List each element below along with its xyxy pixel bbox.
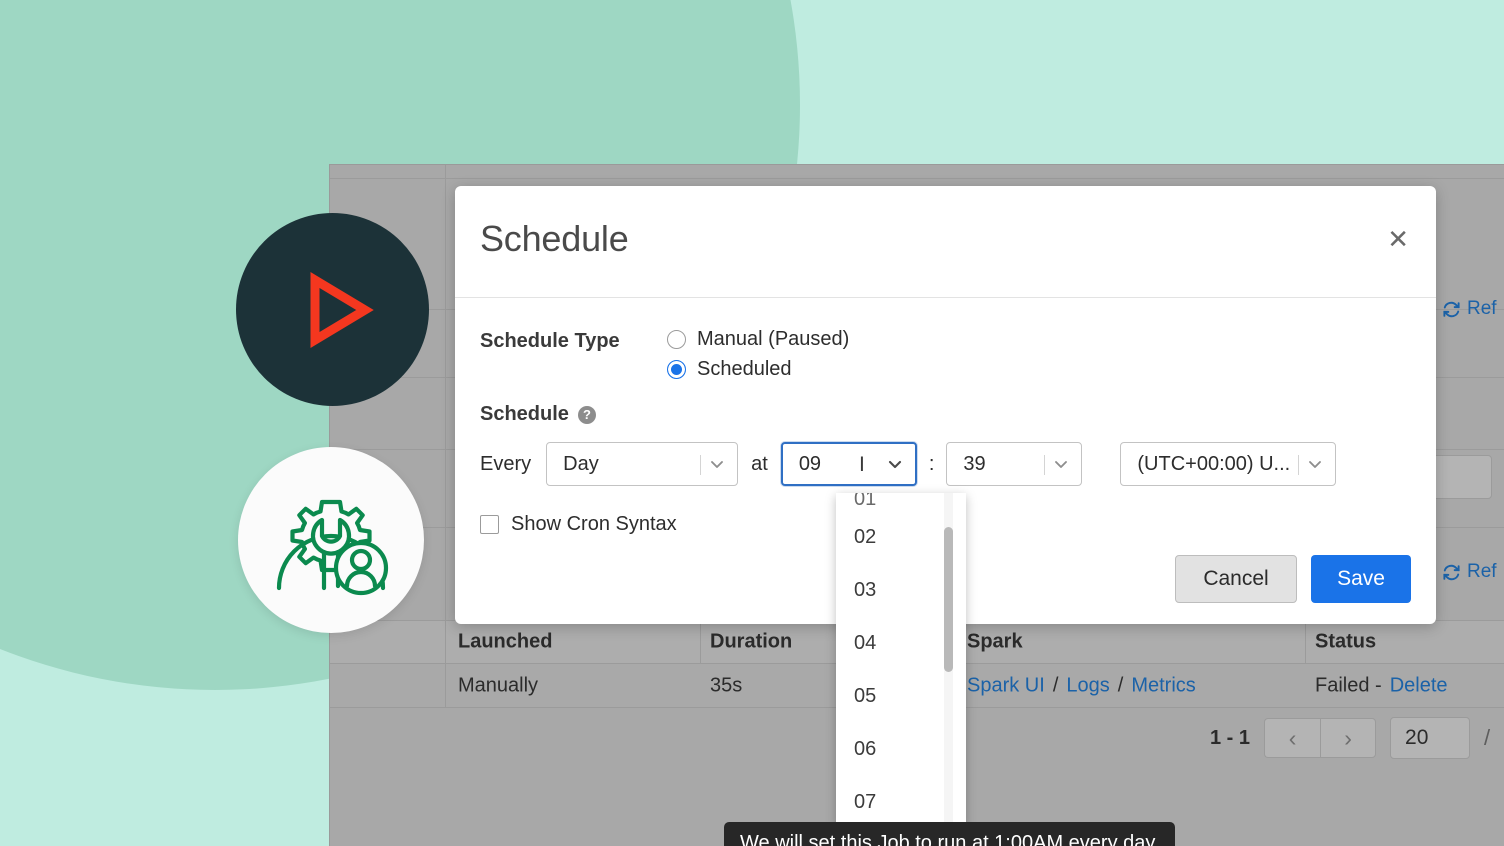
show-cron-syntax-label: Show Cron Syntax — [511, 513, 677, 535]
select-divider — [1044, 455, 1046, 475]
column-divider — [445, 621, 446, 665]
radio-label-manual: Manual (Paused) — [697, 328, 850, 350]
page-size-input[interactable]: 20 — [1390, 717, 1471, 759]
app-divider-vertical — [445, 165, 446, 620]
radio-label-scheduled: Scheduled — [697, 358, 792, 380]
chevron-down-icon — [885, 454, 905, 474]
prev-page-button[interactable]: ‹ — [1264, 718, 1321, 758]
refresh-label: Ref — [1467, 561, 1497, 582]
select-divider — [700, 455, 702, 475]
pagination-slash: / — [1484, 725, 1491, 750]
refresh-button-top[interactable]: Ref — [1442, 298, 1497, 320]
minute-value: 39 — [963, 452, 986, 475]
schedule-type-label: Schedule Type — [480, 330, 620, 352]
text-cursor-icon: I — [858, 453, 865, 476]
help-icon[interactable]: ? — [577, 405, 596, 424]
schedule-tooltip: We will set this Job to run at 1:00AM ev… — [724, 822, 1176, 846]
column-divider — [445, 664, 446, 708]
column-header-duration: Duration — [710, 630, 793, 653]
column-header-status: Status — [1315, 630, 1377, 653]
schedule-section-label-row: Schedule ? — [480, 403, 1411, 426]
refresh-label: Ref — [1467, 298, 1497, 319]
spark-ui-link[interactable]: Spark UI — [967, 674, 1045, 697]
chevron-right-icon: › — [1344, 724, 1352, 751]
refresh-icon — [1442, 563, 1461, 582]
modal-header: Schedule ✕ — [455, 186, 1436, 298]
time-colon: : — [928, 452, 935, 475]
next-page-button[interactable]: › — [1320, 718, 1377, 758]
status-badge: Failed - — [1315, 674, 1382, 696]
radio-manual-paused[interactable]: Manual (Paused) — [667, 328, 849, 351]
at-label: at — [751, 452, 768, 475]
cancel-button[interactable]: Cancel — [1175, 555, 1297, 603]
chevron-left-icon: ‹ — [1288, 724, 1297, 751]
radio-scheduled[interactable]: Scheduled — [667, 358, 849, 381]
chevron-down-icon — [1305, 454, 1325, 474]
cell-duration: 35s — [710, 674, 743, 696]
column-header-spark: Spark — [967, 630, 1023, 653]
schedule-type-radio-group: Manual (Paused) Scheduled — [667, 328, 849, 381]
modal-actions: Cancel Save — [1175, 555, 1411, 603]
schedule-type-row: Schedule Type Manual (Paused) Scheduled — [480, 328, 1411, 381]
page-range: 1 - 1 — [1210, 726, 1251, 749]
every-label: Every — [480, 452, 532, 475]
play-triangle-glyph — [310, 271, 374, 348]
chevron-down-icon — [707, 454, 727, 474]
delete-link[interactable]: Delete — [1390, 674, 1448, 697]
help-glyph: ? — [582, 407, 591, 422]
spark-separator: / — [1117, 674, 1124, 696]
pagination: 1 - 1 ‹ › 20 / — [1210, 717, 1490, 759]
column-header-launched: Launched — [458, 630, 553, 653]
gear-wrench-user-glyph — [276, 499, 389, 596]
app-divider-top — [330, 178, 1504, 179]
gear-wrench-user-icon — [238, 447, 424, 633]
cell-status: Failed - Delete — [1315, 674, 1448, 697]
page-title: Schedule — [480, 218, 629, 259]
minute-select[interactable]: 39 — [946, 442, 1083, 486]
save-button[interactable]: Save — [1311, 555, 1411, 603]
timezone-select[interactable]: (UTC+00:00) U... — [1120, 442, 1337, 486]
close-icon[interactable]: ✕ — [1387, 226, 1409, 252]
hour-dropdown-list[interactable]: 01 02 03 04 05 06 07 — [836, 493, 966, 825]
interval-value: Day — [563, 452, 599, 475]
hour-dropdown-scroll: 01 02 03 04 05 06 07 — [836, 493, 966, 825]
refresh-icon — [1442, 300, 1461, 319]
chevron-down-icon — [1051, 454, 1071, 474]
schedule-controls-row: Every Day at 09 I : 39 (UTC+00:00) U... — [480, 442, 1411, 486]
hour-value: 09 — [798, 452, 822, 475]
checkbox-icon-unchecked — [480, 515, 499, 534]
radio-icon-checked — [667, 360, 686, 379]
pager-group: ‹ › — [1264, 718, 1377, 758]
cell-launched: Manually — [458, 674, 539, 696]
dropdown-scrollbar-thumb[interactable] — [944, 527, 953, 672]
page-size-value: 20 — [1405, 726, 1429, 749]
radio-icon-unchecked — [667, 330, 686, 349]
refresh-button-bottom[interactable]: Ref — [1442, 561, 1497, 583]
schedule-label: Schedule — [480, 403, 569, 425]
metrics-link[interactable]: Metrics — [1131, 674, 1195, 697]
dropdown-right-pad — [957, 493, 966, 825]
play-triangle-icon — [236, 213, 429, 406]
logs-link[interactable]: Logs — [1066, 674, 1109, 697]
spark-separator: / — [1052, 674, 1059, 696]
timezone-value: (UTC+00:00) U... — [1137, 452, 1290, 475]
screenshot-root: Ref 0 / Ref Launched Duration — [0, 0, 1504, 846]
cell-spark: Spark UI / Logs / Metrics — [967, 674, 1196, 697]
select-divider — [1298, 455, 1300, 475]
column-divider — [1305, 621, 1306, 665]
interval-select[interactable]: Day — [546, 442, 739, 486]
hour-select[interactable]: 09 I — [780, 442, 917, 486]
column-divider — [700, 621, 701, 665]
